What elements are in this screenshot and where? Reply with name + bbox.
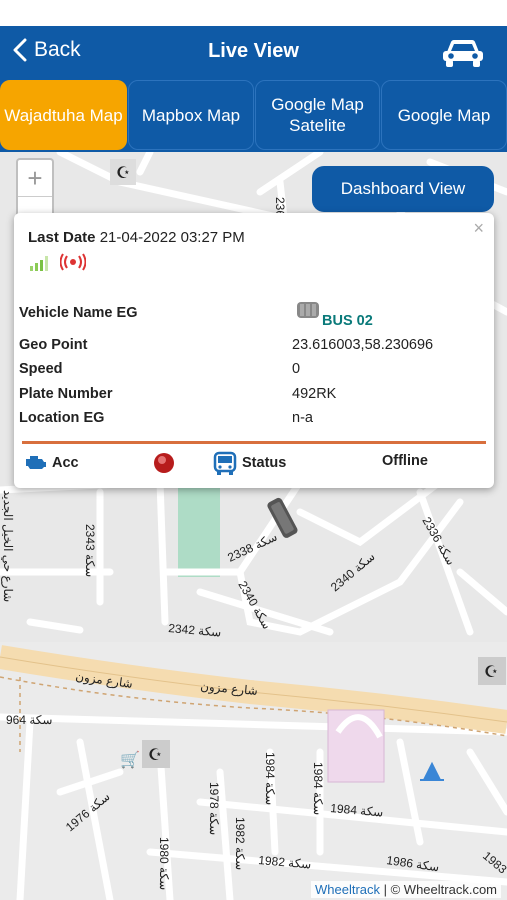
svg-text:☪: ☪ <box>116 165 130 182</box>
vehicle-name-value: BUS 02 <box>322 313 373 329</box>
attribution-text: | © Wheeltrack.com <box>380 882 497 897</box>
street-label: 2343 سكة <box>83 524 97 577</box>
street-label: 1980 سكة <box>157 837 171 890</box>
zoom-in-button[interactable]: + <box>18 160 52 197</box>
map-attribution: Wheeltrack | © Wheeltrack.com <box>310 881 501 898</box>
geo-point-label: Geo Point <box>19 337 88 353</box>
mosque-icon: ☪ <box>110 159 136 185</box>
back-label: Back <box>34 38 81 61</box>
park-area <box>178 487 220 577</box>
gps-signal-icon <box>60 253 86 271</box>
engine-icon <box>26 456 46 469</box>
tab-google-map[interactable]: Google Map <box>381 80 507 150</box>
signal-strength-icon <box>30 256 48 271</box>
vehicle-name-label: Vehicle Name EG <box>19 305 138 321</box>
location-label: Location EG <box>19 410 105 426</box>
last-date-value: 21-04-2022 03:27 PM <box>99 229 245 246</box>
last-date-label: Last Date <box>28 229 96 246</box>
street-label: 1978 سكة <box>207 782 221 835</box>
last-date: Last Date 21-04-2022 03:27 PM <box>28 229 245 246</box>
status-value: Offline <box>382 453 428 469</box>
location-value: n-a <box>292 410 313 426</box>
speed-label: Speed <box>19 361 63 377</box>
street-label: 1982 سكة <box>233 817 247 870</box>
tab-mapbox-map[interactable]: Mapbox Map <box>128 80 254 150</box>
street-label: شارع حي الخيل الجديد <box>1 490 15 602</box>
acc-status-icon <box>154 453 174 473</box>
tab-google-map-satelite[interactable]: Google Map Satelite <box>255 80 380 150</box>
svg-text:☪: ☪ <box>148 747 162 764</box>
vehicle-info-popup: × Last Date 21-04-2022 03:27 PM Vehicle … <box>14 213 494 488</box>
speed-value: 0 <box>292 361 301 377</box>
shopping-cart-icon: 🛒 <box>120 750 140 769</box>
plate-number-value: 492RK <box>292 386 337 402</box>
tab-wajadtuha-map[interactable]: Wajadtuha Map <box>0 80 127 150</box>
map-type-tabs: Wajadtuha Map Mapbox Map Google Map Sate… <box>0 80 507 152</box>
divider <box>22 441 486 444</box>
car-icon[interactable] <box>441 38 485 68</box>
mosque-icon: ☪ <box>142 740 170 768</box>
dashboard-view-button[interactable]: Dashboard View <box>312 166 494 212</box>
close-icon[interactable]: × <box>473 218 484 239</box>
chevron-left-icon <box>13 38 27 62</box>
bus-status-icon <box>213 451 237 475</box>
bus-icon <box>297 302 319 318</box>
building-area <box>327 709 385 783</box>
mosque-icon: ☪ <box>478 657 506 685</box>
plate-number-label: Plate Number <box>19 386 113 402</box>
attribution-link[interactable]: Wheeltrack <box>315 882 380 897</box>
street-label: 1984 سكة <box>311 762 325 815</box>
status-bar <box>0 0 507 26</box>
geo-point-value: 23.616003,58.230696 <box>292 337 434 353</box>
status-label: Status <box>242 455 287 471</box>
svg-text:☪: ☪ <box>484 664 498 681</box>
acc-label: Acc <box>52 455 79 471</box>
street-label: 964 سكة <box>6 713 52 727</box>
top-nav-bar: Back Live View <box>0 26 507 80</box>
back-button[interactable]: Back <box>12 38 81 62</box>
street-label: 1984 سكة <box>263 752 277 805</box>
